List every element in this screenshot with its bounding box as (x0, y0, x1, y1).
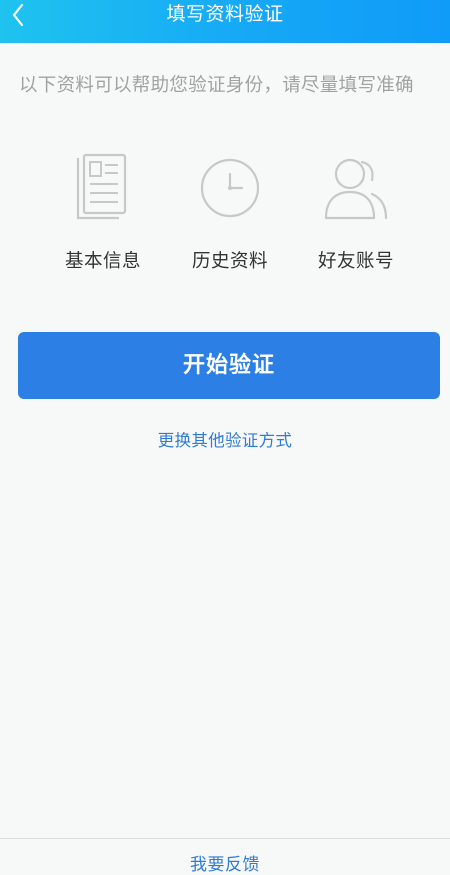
item-history[interactable]: 历史资料 (170, 152, 290, 273)
page-title: 填写资料验证 (166, 3, 284, 25)
instruction-text: 以下资料可以帮助您验证身份，请尽量填写准确 (19, 75, 414, 96)
switch-verification-method-link[interactable]: 更换其他验证方式 (0, 427, 450, 451)
nav-bar: 填写资料验证 (0, 0, 450, 43)
item-friend-accounts[interactable]: 好友账号 (296, 152, 416, 273)
friends-icon (324, 158, 388, 220)
item-label: 基本信息 (64, 251, 141, 272)
footer-divider (0, 838, 450, 839)
start-verification-button[interactable]: 开始验证 (18, 332, 440, 399)
document-icon (76, 153, 127, 220)
item-basic-info[interactable]: 基本信息 (43, 152, 163, 273)
item-label: 历史资料 (191, 251, 268, 272)
verification-items: 基本信息 历史资料 好友账号 (0, 152, 450, 272)
item-label: 好友账号 (317, 251, 394, 272)
clock-icon (200, 158, 260, 218)
